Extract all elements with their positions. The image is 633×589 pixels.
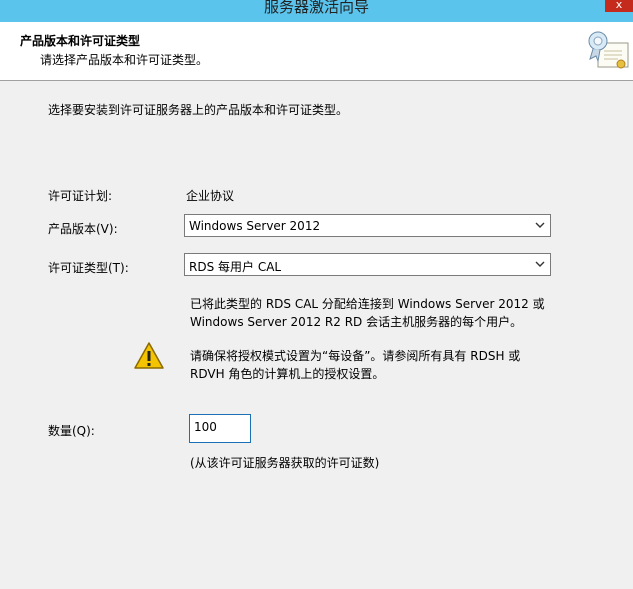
chevron-down-icon (535, 222, 545, 228)
close-button[interactable]: x (605, 0, 633, 12)
info-line: Windows Server 2012 R2 RD 会话主机服务器的每个用户。 (190, 315, 523, 329)
warning-text: 请确保将授权模式设置为“每设备”。请参阅所有具有 RDSH 或 RDVH 角色的… (190, 347, 520, 383)
page-title: 产品版本和许可证类型 (20, 34, 141, 48)
chevron-down-icon (535, 261, 545, 267)
page-subtitle: 请选择产品版本和许可证类型。 (40, 53, 209, 67)
license-program-label: 许可证计划: (48, 189, 113, 203)
wizard-header: 产品版本和许可证类型 请选择产品版本和许可证类型。 (0, 22, 633, 81)
window-title: 服务器激活向导 (263, 0, 369, 16)
license-type-dropdown[interactable]: RDS 每用户 CAL (184, 253, 551, 276)
product-version-value: Windows Server 2012 (189, 219, 321, 233)
product-version-dropdown[interactable]: Windows Server 2012 (184, 214, 551, 237)
license-type-value: RDS 每用户 CAL (189, 260, 282, 274)
instruction-text: 选择要安装到许可证服务器上的产品版本和许可证类型。 (48, 103, 349, 117)
quantity-field[interactable] (189, 414, 251, 443)
warning-line: RDVH 角色的计算机上的授权设置。 (190, 367, 385, 381)
quantity-input[interactable] (194, 420, 246, 434)
license-type-info: 已将此类型的 RDS CAL 分配给连接到 Windows Server 201… (190, 295, 545, 331)
title-bar: 服务器激活向导 x (0, 0, 633, 22)
license-program-value: 企业协议 (186, 189, 235, 203)
certificate-icon (588, 31, 629, 69)
quantity-hint: (从该许可证服务器获取的许可证数) (190, 456, 380, 470)
warning-line: 请确保将授权模式设置为“每设备”。请参阅所有具有 RDSH 或 (190, 349, 521, 363)
quantity-label: 数量(Q): (48, 424, 95, 438)
info-line: 已将此类型的 RDS CAL 分配给连接到 Windows Server 201… (190, 297, 545, 311)
license-type-label: 许可证类型(T): (48, 261, 129, 275)
warning-icon (134, 342, 164, 369)
product-version-label: 产品版本(V): (48, 222, 118, 236)
